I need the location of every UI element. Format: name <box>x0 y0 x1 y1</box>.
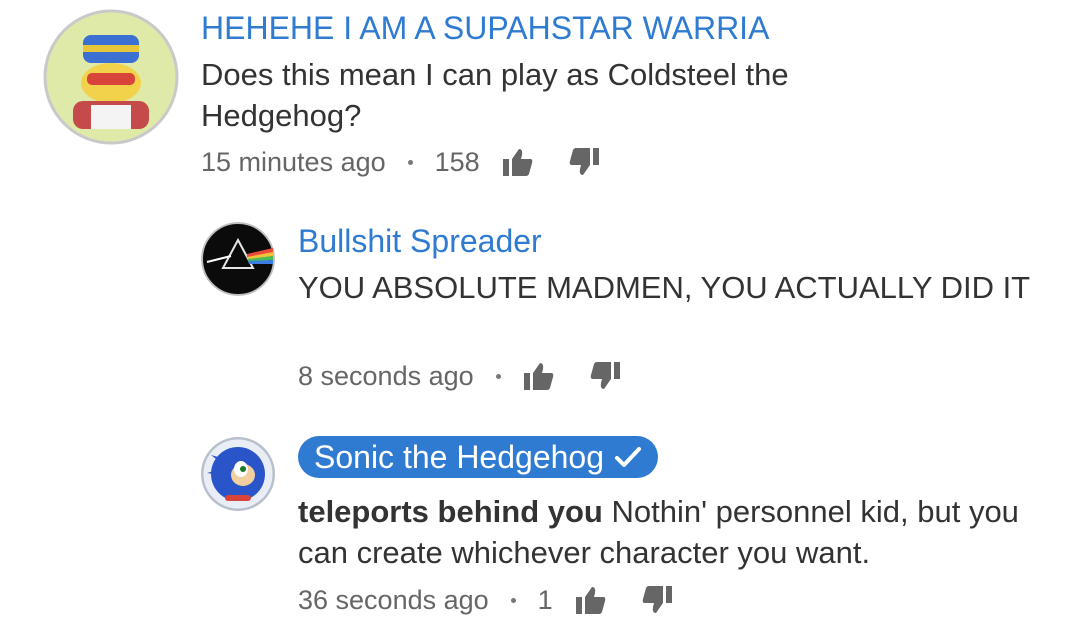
like-count: 158 <box>434 147 480 177</box>
separator-dot <box>495 373 501 379</box>
thumbs-up-icon[interactable] <box>575 585 607 615</box>
comment-timestamp: 8 seconds ago <box>298 361 474 391</box>
thumbs-up-icon[interactable] <box>523 361 555 391</box>
checkmark-icon <box>614 445 642 469</box>
comment-text: Does this mean I can play as Coldsteel t… <box>201 57 789 133</box>
thumbs-down-icon[interactable] <box>589 361 621 391</box>
comment-meta: 15 minutes ago 158 <box>201 146 600 178</box>
comment-timestamp: 36 seconds ago <box>298 585 489 615</box>
comment-author: Sonic the Hedgehog <box>314 439 604 475</box>
comment-meta: 36 seconds ago 1 <box>298 584 673 616</box>
sonic-avatar-icon[interactable] <box>201 437 275 511</box>
thumbs-down-icon[interactable] <box>568 147 600 177</box>
comment-timestamp: 15 minutes ago <box>201 147 386 177</box>
comment-text: teleports behind you Nothin' personnel k… <box>298 491 1058 573</box>
comment-text: YOU ABSOLUTE MADMEN, YOU ACTUALLY DID IT <box>298 270 1031 305</box>
prism-avatar-icon[interactable] <box>201 222 275 296</box>
thumbs-up-icon[interactable] <box>502 147 534 177</box>
separator-dot <box>407 159 413 165</box>
comment-meta: 8 seconds ago <box>298 360 621 392</box>
thumbs-down-icon[interactable] <box>641 585 673 615</box>
king-dedede-avatar-icon[interactable] <box>43 9 179 145</box>
verified-channel-badge[interactable]: Sonic the Hedgehog <box>298 436 658 478</box>
like-count: 1 <box>537 585 553 615</box>
comment-author[interactable]: Bullshit Spreader <box>298 223 542 259</box>
comment-author[interactable]: HEHEHE I AM A SUPAHSTAR WARRIA <box>201 10 769 46</box>
comment-text-bold: teleports behind you <box>298 494 603 529</box>
separator-dot <box>510 597 516 603</box>
